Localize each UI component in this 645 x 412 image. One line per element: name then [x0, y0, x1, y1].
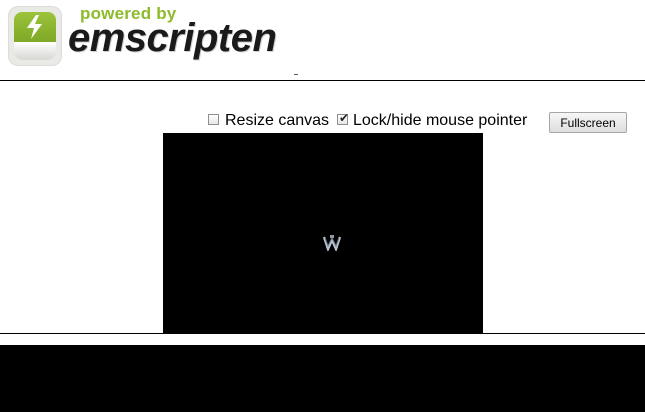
lock-pointer-label: Lock/hide mouse pointer [353, 112, 528, 129]
output-console [0, 345, 645, 412]
lock-pointer-checkbox[interactable]: ✔ [337, 111, 350, 125]
brand-name: emscripten [68, 16, 277, 60]
emscripten-logo [8, 6, 62, 66]
header-tick [294, 74, 298, 75]
resize-canvas-checkbox[interactable] [208, 114, 219, 125]
checkmark-icon: ✔ [339, 111, 350, 125]
game-canvas[interactable] [163, 133, 483, 333]
header: powered by emscripten [0, 0, 645, 80]
logo-pill [14, 42, 56, 60]
game-sprite-icon [323, 235, 341, 251]
header-divider [0, 80, 645, 81]
canvas-bottom-divider [0, 333, 645, 334]
canvas-controls: Resize canvas ✔ Lock/hide mouse pointer … [0, 110, 645, 134]
logo-bolt-panel [14, 12, 56, 42]
fullscreen-button[interactable]: Fullscreen [549, 112, 627, 133]
lightning-bolt-icon [27, 15, 42, 39]
resize-canvas-label: Resize canvas [225, 112, 330, 129]
